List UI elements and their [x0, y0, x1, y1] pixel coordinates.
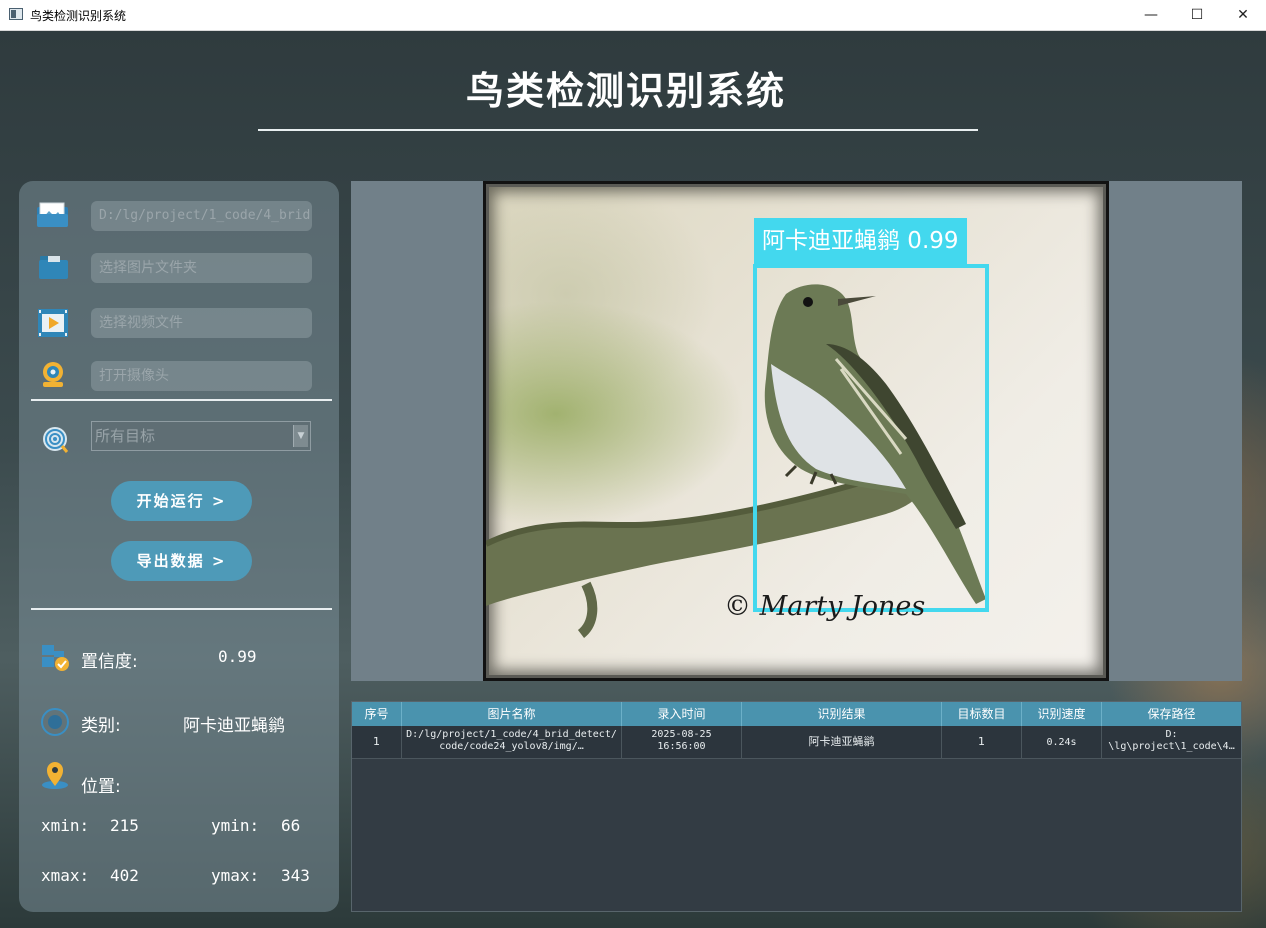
target-select[interactable]: 所有目标 ▼	[91, 421, 311, 451]
window-titlebar: 鸟类检测识别系统 — ☐ ✕	[0, 0, 1266, 31]
cell-image-name-line1: D:/lg/project/1_code/4_brid_detect/	[406, 729, 617, 740]
video-file-icon[interactable]	[37, 308, 71, 338]
title-underline	[258, 129, 978, 131]
minimize-button[interactable]: —	[1128, 0, 1174, 30]
detection-image: 阿卡迪亚蝇鹟 0.99 © Marty Jones	[483, 181, 1109, 681]
col-target-count[interactable]: 目标数目	[942, 702, 1022, 726]
ymax-value: 343	[281, 866, 310, 885]
cell-result: 阿卡迪亚蝇鹟	[742, 726, 942, 758]
position-label: 位置:	[81, 777, 121, 797]
confidence-value: 0.99	[218, 647, 257, 666]
class-icon	[40, 707, 74, 737]
cell-target-count: 1	[942, 726, 1022, 758]
cell-save-path: D: \lg\project\1_code\4…	[1102, 726, 1241, 758]
cell-entry-time: 2025-08-25 16:56:00	[622, 726, 742, 758]
col-entry-time[interactable]: 录入时间	[622, 702, 742, 726]
confidence-label: 置信度:	[81, 652, 138, 672]
folder-icon[interactable]	[37, 253, 71, 283]
cell-save-path-line1: D:	[1165, 729, 1178, 740]
location-pin-icon	[40, 760, 74, 790]
camera-icon[interactable]	[37, 360, 71, 390]
table-header: 序号 图片名称 录入时间 识别结果 目标数目 识别速度 保存路径	[352, 702, 1241, 726]
ymax-label: ymax:	[211, 866, 260, 885]
image-path-field[interactable]: D:/lg/project/1_code/4_brid	[91, 201, 312, 231]
class-label: 类别:	[81, 716, 121, 736]
maximize-button[interactable]: ☐	[1174, 0, 1220, 30]
detection-bounding-box	[753, 264, 989, 612]
table-row[interactable]: 1 D:/lg/project/1_code/4_brid_detect/ co…	[352, 726, 1241, 759]
xmax-label: xmax:	[41, 866, 90, 885]
xmin-label: xmin:	[41, 816, 90, 835]
photo-watermark: © Marty Jones	[724, 591, 926, 622]
app-icon	[9, 8, 23, 20]
export-button[interactable]: 导出数据 >	[111, 541, 252, 581]
cell-speed-value: 0.24s	[1046, 737, 1077, 748]
cell-speed: 0.24s	[1022, 726, 1102, 758]
col-save-path[interactable]: 保存路径	[1102, 702, 1241, 726]
col-index[interactable]: 序号	[352, 702, 402, 726]
xmax-value: 402	[110, 866, 139, 885]
cell-date: 2025-08-25	[651, 729, 712, 740]
results-table: 序号 图片名称 录入时间 识别结果 目标数目 识别速度 保存路径 1 D:/lg…	[351, 701, 1242, 912]
video-file-field[interactable]: 选择视频文件	[91, 308, 312, 338]
panel-divider	[31, 399, 332, 401]
target-select-value: 所有目标	[95, 427, 156, 445]
close-button[interactable]: ✕	[1220, 0, 1266, 30]
run-button[interactable]: 开始运行 >	[111, 481, 252, 521]
page-title: 鸟类检测识别系统	[465, 69, 786, 113]
ymin-value: 66	[281, 816, 301, 835]
cell-index: 1	[352, 726, 402, 758]
confidence-icon	[40, 643, 74, 673]
cell-save-path-line2: \lg\project\1_code\4…	[1108, 741, 1235, 752]
xmin-value: 215	[110, 816, 139, 835]
panel-divider-2	[31, 608, 332, 610]
image-folder-field[interactable]: 选择图片文件夹	[91, 253, 312, 283]
cell-time: 16:56:00	[657, 741, 706, 752]
class-value: 阿卡迪亚蝇鹟	[183, 716, 285, 736]
col-speed[interactable]: 识别速度	[1022, 702, 1102, 726]
chevron-down-icon[interactable]: ▼	[293, 425, 308, 447]
image-file-icon[interactable]	[36, 200, 70, 230]
col-result[interactable]: 识别结果	[742, 702, 942, 726]
col-image-name[interactable]: 图片名称	[402, 702, 622, 726]
window-title: 鸟类检测识别系统	[30, 9, 127, 23]
cell-image-name: D:/lg/project/1_code/4_brid_detect/ code…	[402, 726, 622, 758]
target-icon	[40, 424, 74, 454]
detection-label: 阿卡迪亚蝇鹟 0.99	[754, 218, 967, 264]
camera-field[interactable]: 打开摄像头	[91, 361, 312, 391]
ymin-label: ymin:	[211, 816, 260, 835]
cell-image-name-line2: code/code24_yolov8/img/…	[439, 741, 584, 752]
